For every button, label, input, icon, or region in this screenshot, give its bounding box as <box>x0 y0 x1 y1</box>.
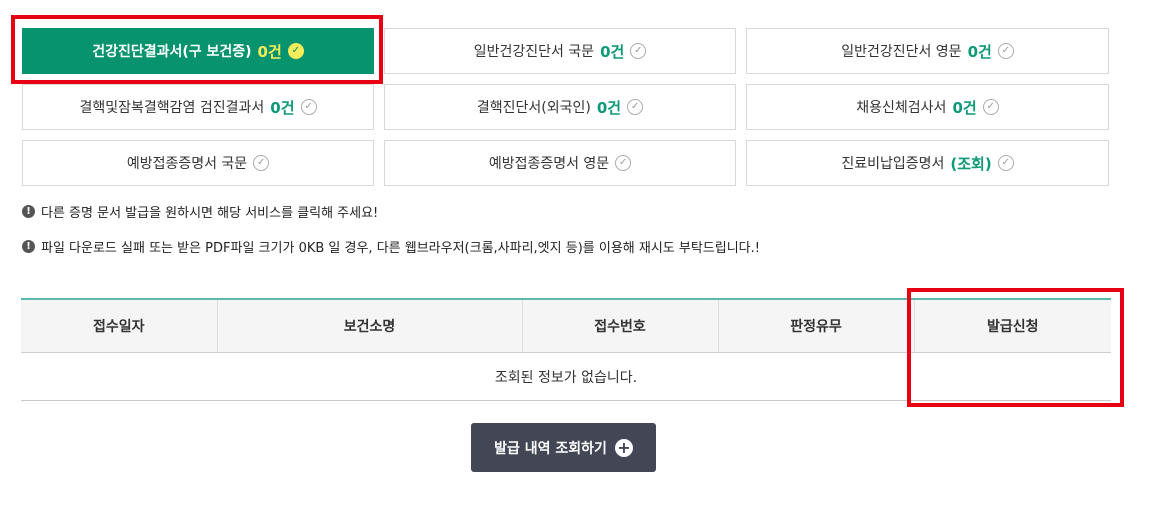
column-header-issue-request: 발급신청 <box>913 299 1111 353</box>
column-header-health-center: 보건소명 <box>216 299 522 353</box>
notice-item: ! 파일 다운로드 실패 또는 받은 PDF파일 크기가 0KB 일 경우, 다… <box>22 235 760 257</box>
check-circle-icon: ✓ <box>627 99 644 115</box>
card-health-certificate[interactable]: 건강진단결과서(구 보건증) 0건 ✓ <box>22 28 374 74</box>
card-medical-payment[interactable]: 진료비납입증명서 (조회) ✓ <box>746 140 1109 186</box>
card-count: (조회) <box>950 154 992 173</box>
column-header-receipt-date: 접수일자 <box>21 299 217 353</box>
card-vaccination-english[interactable]: 예방접종증명서 영문 ✓ <box>384 140 736 186</box>
card-count: 0건 <box>257 42 282 61</box>
column-header-judgment: 판정유무 <box>717 299 914 353</box>
card-tuberculosis-foreigner[interactable]: 결핵진단서(외국인) 0건 ✓ <box>384 84 736 130</box>
plus-circle-icon: + <box>614 438 633 457</box>
card-label: 일반건강진단서 국문 <box>473 44 595 60</box>
notice-text: 다른 증명 문서 발급을 원하시면 해당 서비스를 클릭해 주세요! <box>41 205 379 221</box>
card-count: 0건 <box>952 98 977 117</box>
check-circle-icon: ✓ <box>253 155 270 171</box>
check-circle-icon: ✓ <box>615 155 632 171</box>
check-circle-icon: ✓ <box>997 43 1014 59</box>
card-label: 결핵진단서(외국인) <box>476 100 591 116</box>
issuance-table: 접수일자 보건소명 접수번호 판정유무 발급신청 조회된 정보가 없습니다. <box>21 298 1111 401</box>
card-label: 예방접종증명서 국문 <box>126 156 248 172</box>
notice-text: 파일 다운로드 실패 또는 받은 PDF파일 크기가 0KB 일 경우, 다른 … <box>41 240 760 256</box>
card-label: 예방접종증명서 영문 <box>488 156 610 172</box>
table-header-row: 접수일자 보건소명 접수번호 판정유무 발급신청 <box>21 299 1111 353</box>
check-circle-icon: ✓ <box>982 99 999 115</box>
card-label: 채용신체검사서 <box>856 100 947 116</box>
issuance-history-label: 발급 내역 조회하기 <box>494 440 607 457</box>
card-label: 진료비납입증명서 <box>841 156 945 172</box>
column-header-receipt-number: 접수번호 <box>521 299 718 353</box>
card-label: 건강진단결과서(구 보건증) <box>92 44 252 60</box>
card-employment-physical[interactable]: 채용신체검사서 0건 ✓ <box>746 84 1109 130</box>
card-count: 0건 <box>600 42 625 61</box>
notices: ! 다른 증명 문서 발급을 원하시면 해당 서비스를 클릭해 주세요! ! 파… <box>22 200 760 270</box>
table-row: 조회된 정보가 없습니다. <box>21 352 1111 401</box>
card-count: 0건 <box>596 98 622 117</box>
card-count: 0건 <box>967 42 992 61</box>
check-circle-icon: ✓ <box>300 99 317 115</box>
card-vaccination-korean[interactable]: 예방접종증명서 국문 ✓ <box>22 140 374 186</box>
card-label: 일반건강진단서 영문 <box>841 44 962 60</box>
notice-item: ! 다른 증명 문서 발급을 원하시면 해당 서비스를 클릭해 주세요! <box>22 200 760 222</box>
empty-message: 조회된 정보가 없습니다. <box>21 352 1111 401</box>
card-general-health-korean[interactable]: 일반건강진단서 국문 0건 ✓ <box>384 28 736 74</box>
check-circle-icon: ✓ <box>287 43 304 59</box>
card-count: 0건 <box>270 98 295 117</box>
exclamation-icon: ! <box>22 204 35 218</box>
exclamation-icon: ! <box>22 239 35 253</box>
certificate-grid: 건강진단결과서(구 보건증) 0건 ✓ 일반건강진단서 국문 0건 ✓ 일반건강… <box>22 28 1109 186</box>
check-circle-icon: ✓ <box>997 155 1014 171</box>
check-circle-icon: ✓ <box>630 43 647 59</box>
card-tuberculosis-screening[interactable]: 결핵및잠복결핵감염 검진결과서 0건 ✓ <box>22 84 374 130</box>
issuance-history-button[interactable]: 발급 내역 조회하기 + <box>471 423 656 472</box>
card-label: 결핵및잠복결핵감염 검진결과서 <box>79 100 265 116</box>
card-general-health-english[interactable]: 일반건강진단서 영문 0건 ✓ <box>746 28 1109 74</box>
